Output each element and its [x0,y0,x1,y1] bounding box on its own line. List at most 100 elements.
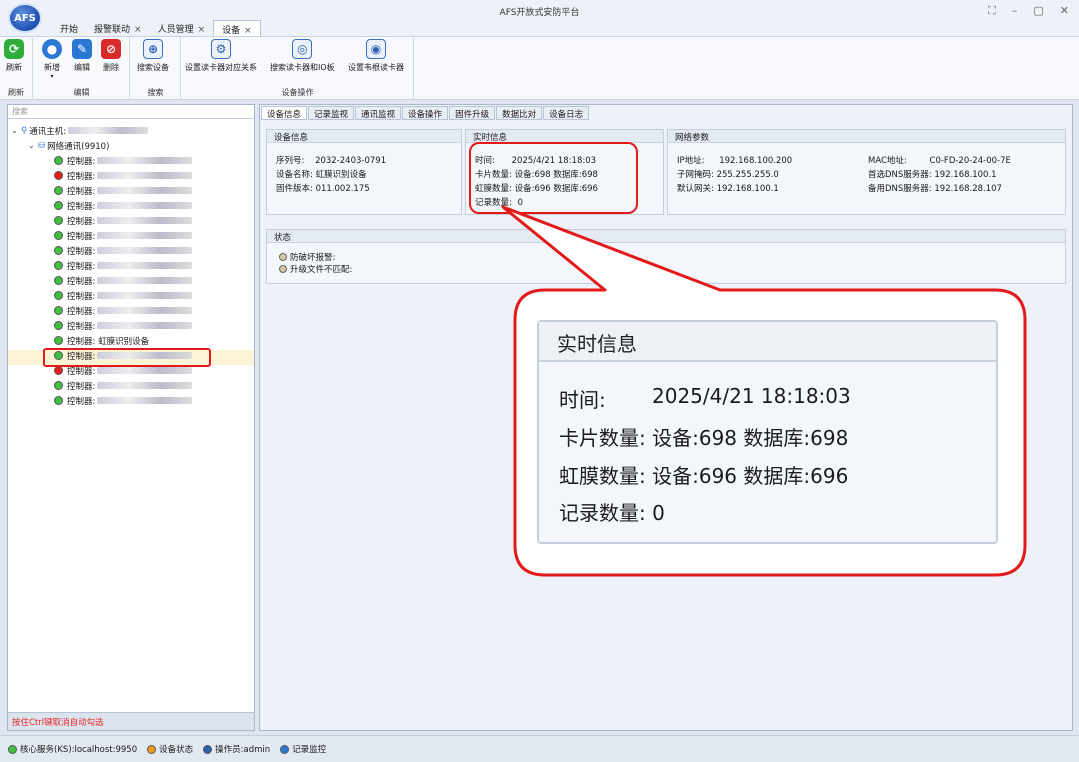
ribbon-toolbar: ⟳ 刷新 刷新 ● 新增 ▾ ✎ 编辑 ⊘ 删除 编辑 ⊕ 搜索设备 搜索 ⚙ … [0,36,1079,100]
tab-close-icon[interactable]: × [198,25,206,35]
status-title: 状态 [267,230,1065,243]
dns2-value: 192.168.28.107 [934,184,1002,194]
status-label: 核心服务(KS):localhost:9950 [20,745,138,755]
controller-label: 控制器: [67,156,96,167]
ctrl-hint: 按住Ctrl键取消自动勾选 [8,712,254,730]
network-params-box: 网络参数 IP地址: 192.168.100.200 子网掩码: 255.255… [667,129,1066,215]
tree-node-controller[interactable]: 控制器: [54,213,193,228]
status-core-service[interactable]: 核心服务(KS):localhost:9950 [8,743,137,755]
firmware-row: 固件版本: 011.002.175 [276,182,370,194]
status-device[interactable]: 设备状态 [147,743,193,755]
search-reader-button[interactable]: ◎ 搜索读卡器和IO板 [270,39,335,73]
tab-personnel[interactable]: 人员管理 × [150,20,214,36]
selection-highlight-box [43,348,211,367]
zoom-time-label: 时间: [559,388,606,412]
dns1-row: 首选DNS服务器: 192.168.100.1 [868,168,997,180]
reader-mapping-button[interactable]: ⚙ 设置读卡器对应关系 [185,39,257,73]
online-status-icon [54,291,63,300]
tree-node-controller[interactable]: 控制器: [54,303,193,318]
tab-comm-monitor[interactable]: 通讯监视 [355,106,402,120]
mac-value: C0-FD-20-24-00-7E [929,156,1011,166]
dns2-row: 备用DNS服务器: 192.168.28.107 [868,182,1002,194]
blurred-text [68,127,149,134]
zoom-record-row: 记录数量: 0 [559,497,665,526]
tree-node-controller[interactable]: 控制器: [54,243,193,258]
tab-firmware-upgrade[interactable]: 固件升级 [449,106,496,120]
tree-search-input[interactable]: 搜索 [8,105,254,119]
tree-node-controller[interactable]: 控制器: [54,393,193,408]
minimize-icon[interactable]: – [1012,4,1018,18]
online-status-icon [54,246,63,255]
ip-value: 192.168.100.200 [719,156,793,166]
tab-data-compare[interactable]: 数据比对 [496,106,543,120]
fullscreen-icon[interactable]: ⛶ [988,4,996,18]
firmware-label: 固件版本: [276,184,313,194]
tab-device-log[interactable]: 设备日志 [543,106,590,120]
realtime-highlight-oval [469,142,638,214]
tab-close-icon[interactable]: × [244,26,252,36]
network-icon: ⛁ [38,140,46,151]
blurred-text [97,382,193,389]
button-label: 设置读卡器对应关系 [185,63,257,72]
tab-alarm-linkage[interactable]: 报警联动 × [86,20,150,36]
device-info-box: 设备信息 序列号: 2032-2403-0791 设备名称: 虹膜识别设备 固件… [266,129,462,215]
blurred-text [97,202,193,209]
delete-button[interactable]: ⊘ 删除 [101,39,121,73]
ribbon-group-device-ops: ⚙ 设置读卡器对应关系 ◎ 搜索读卡器和IO板 ◉ 设置韦根读卡器 设备操作 [182,37,414,99]
tree-node-controller[interactable]: 控制器: 虹膜识别设备 [54,333,149,348]
status-item-tamper: 防破坏报警: [279,251,335,263]
tree-node-controller[interactable]: 控制器: [54,273,193,288]
refresh-icon: ⟳ [4,39,24,59]
serial-label: 序列号: [276,156,305,166]
controller-label: 控制器: [67,276,96,287]
tab-device[interactable]: 设备 × [213,20,261,36]
tree-node-controller[interactable]: 控制器: [54,198,193,213]
tree-node-controller[interactable]: 控制器: [54,378,193,393]
online-status-icon [54,231,63,240]
zoom-iris-label: 虹膜数量: [559,464,646,488]
controller-label: 控制器: [67,201,96,212]
tab-device-ops[interactable]: 设备操作 [402,106,449,120]
tab-label: 人员管理 [157,25,194,35]
controller-label: 控制器: [67,186,96,197]
controller-label: 控制器: [67,396,96,407]
tab-close-icon[interactable]: × [134,25,142,35]
add-button[interactable]: ● 新增 ▾ [42,39,62,80]
wiegand-button[interactable]: ◉ 设置韦根读卡器 [348,39,404,73]
tree-node-controller[interactable]: 控制器: [54,228,193,243]
expand-caret-icon[interactable]: ⌄ [11,126,21,135]
tree-node-controller[interactable]: 控制器: [54,153,193,168]
blurred-text [97,232,193,239]
dropdown-arrow-icon[interactable]: ▾ [42,73,62,80]
online-status-icon [54,186,63,195]
tree-node-controller[interactable]: 控制器: [54,318,193,333]
tab-start[interactable]: 开始 [52,20,86,36]
tree-node-label: 通讯主机: [29,126,67,137]
tree-node-network[interactable]: ⌄ ⛁ 网络通讯(9910) [28,138,109,153]
tree-node-host[interactable]: ⌄ ⚲ 通讯主机: [11,123,149,138]
blurred-text [97,322,193,329]
controller-label: 控制器: [67,246,96,257]
zoom-card-label: 卡片数量: [559,426,646,450]
online-status-icon [54,201,63,210]
tree-node-controller[interactable]: 控制器: [54,183,193,198]
status-record-monitor[interactable]: 记录监控 [280,743,326,755]
maximize-icon[interactable]: ▢ [1033,4,1043,18]
window-title: AFS开放式安防平台 [499,8,580,18]
tree-node-controller[interactable]: 控制器: [54,168,193,183]
tree-node-controller[interactable]: 控制器: [54,258,193,273]
tree-node-controller[interactable]: 控制器: [54,288,193,303]
close-icon[interactable]: ✕ [1060,4,1069,18]
refresh-button[interactable]: ⟳ 刷新 [4,39,24,73]
device-tree: ⌄ ⚲ 通讯主机: ⌄ ⛁ 网络通讯(9910) 控制器: 控制器: 控制器: 控制器… [8,119,254,407]
ribbon-group-edit: ● 新增 ▾ ✎ 编辑 ⊘ 删除 编辑 [34,37,130,99]
expand-caret-icon[interactable]: ⌄ [28,141,38,150]
status-operator[interactable]: 操作员:admin [203,743,270,755]
button-label: 刷新 [6,63,22,72]
delete-icon: ⊘ [101,39,121,59]
tab-device-info[interactable]: 设备信息 [261,106,308,120]
controller-label: 控制器: [67,171,96,182]
search-device-button[interactable]: ⊕ 搜索设备 [137,39,169,73]
tab-record-monitor[interactable]: 记录监视 [308,106,355,120]
edit-button[interactable]: ✎ 编辑 [72,39,92,73]
